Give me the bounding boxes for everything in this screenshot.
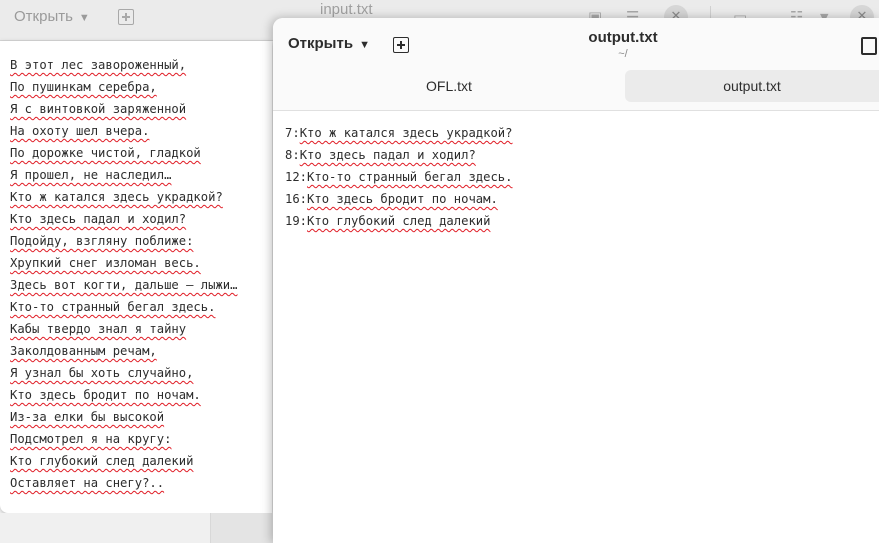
- input-line: Хрупкий снег изломан весь.: [10, 256, 201, 270]
- input-line: Кто-то странный бегал здесь.: [10, 300, 216, 314]
- output-text-view[interactable]: 7:Кто ж катался здесь украдкой? 8:Кто зде…: [273, 111, 879, 543]
- input-line: По пушинкам серебра,: [10, 80, 157, 94]
- input-text-content: В этот лес завороженный, По пушинкам сере…: [10, 54, 237, 494]
- add-tab-icon[interactable]: [118, 9, 134, 25]
- input-line: Я узнал бы хоть случайно,: [10, 366, 194, 380]
- line-number: 7:: [285, 126, 300, 140]
- line-text: Кто ж катался здесь украдкой?: [299, 126, 513, 140]
- save-icon[interactable]: [861, 37, 877, 55]
- tab-bar: OFL.txt output.txt: [273, 70, 879, 102]
- line-number: 19:: [285, 214, 308, 228]
- input-line: Из-за елки бы высокой: [10, 410, 165, 424]
- line-number: 12:: [285, 170, 308, 184]
- output-line: 8:Кто здесь падал и ходил?: [285, 144, 512, 166]
- input-line: Оставляет на снегу?..: [10, 476, 165, 490]
- window-title: output.txt: [588, 29, 658, 46]
- input-line: Подсмотрел я на кругу:: [10, 432, 172, 446]
- input-line: По дорожке чистой, гладкой: [10, 146, 201, 160]
- line-text: Кто глубокий след далекий: [307, 214, 491, 228]
- output-text-content: 7:Кто ж катался здесь украдкой? 8:Кто зде…: [285, 122, 512, 232]
- input-line: Кто здесь бродит по ночам.: [10, 388, 201, 402]
- output-line: 19:Кто глубокий след далекий: [285, 210, 512, 232]
- input-line: Подойду, взгляну поближе:: [10, 234, 194, 248]
- input-text-view[interactable]: В этот лес завороженный, По пушинкам сере…: [0, 41, 272, 513]
- input-line: Кабы твердо знал я тайну: [10, 322, 187, 336]
- window-subtitle: ~/: [618, 48, 628, 60]
- chevron-down-icon: ▼: [78, 12, 90, 24]
- tab-output[interactable]: output.txt: [625, 70, 879, 102]
- tab-ofl[interactable]: OFL.txt: [273, 70, 625, 102]
- input-line: Кто здесь падал и ходил?: [10, 212, 187, 226]
- input-line: Я прошел, не наследил…: [10, 168, 172, 182]
- line-number: 16:: [285, 192, 308, 206]
- input-line: Кто ж катался здесь украдкой?: [10, 190, 223, 204]
- input-line: Я с винтовкой заряженной: [10, 102, 187, 116]
- input-line: Кто глубокий след далекий: [10, 454, 194, 468]
- line-text: Кто-то странный бегал здесь.: [307, 170, 513, 184]
- output-line: 16:Кто здесь бродит по ночам.: [285, 188, 512, 210]
- bg-window-title: input.txt: [320, 1, 373, 18]
- line-text: Кто здесь бродит по ночам.: [307, 192, 498, 206]
- bottom-strip-panel: [210, 513, 273, 543]
- bg-open-label: Открыть: [14, 8, 73, 25]
- input-line: Здесь вот когти, дальше — лыжи…: [10, 278, 238, 292]
- output-line: 7:Кто ж катался здесь украдкой?: [285, 122, 512, 144]
- input-line: В этот лес завороженный,: [10, 58, 187, 72]
- input-line: Заколдованным речам,: [10, 344, 157, 358]
- bg-open-button[interactable]: Открыть ▼: [14, 8, 90, 25]
- output-header: Открыть ▼ output.txt ~/: [273, 18, 879, 70]
- output-line: 12:Кто-то странный бегал здесь.: [285, 166, 512, 188]
- input-line: На охоту шел вчера.: [10, 124, 150, 138]
- line-number: 8:: [285, 148, 300, 162]
- output-window: Открыть ▼ output.txt ~/ OFL.txt output.tx…: [273, 18, 879, 543]
- line-text: Кто здесь падал и ходил?: [299, 148, 476, 162]
